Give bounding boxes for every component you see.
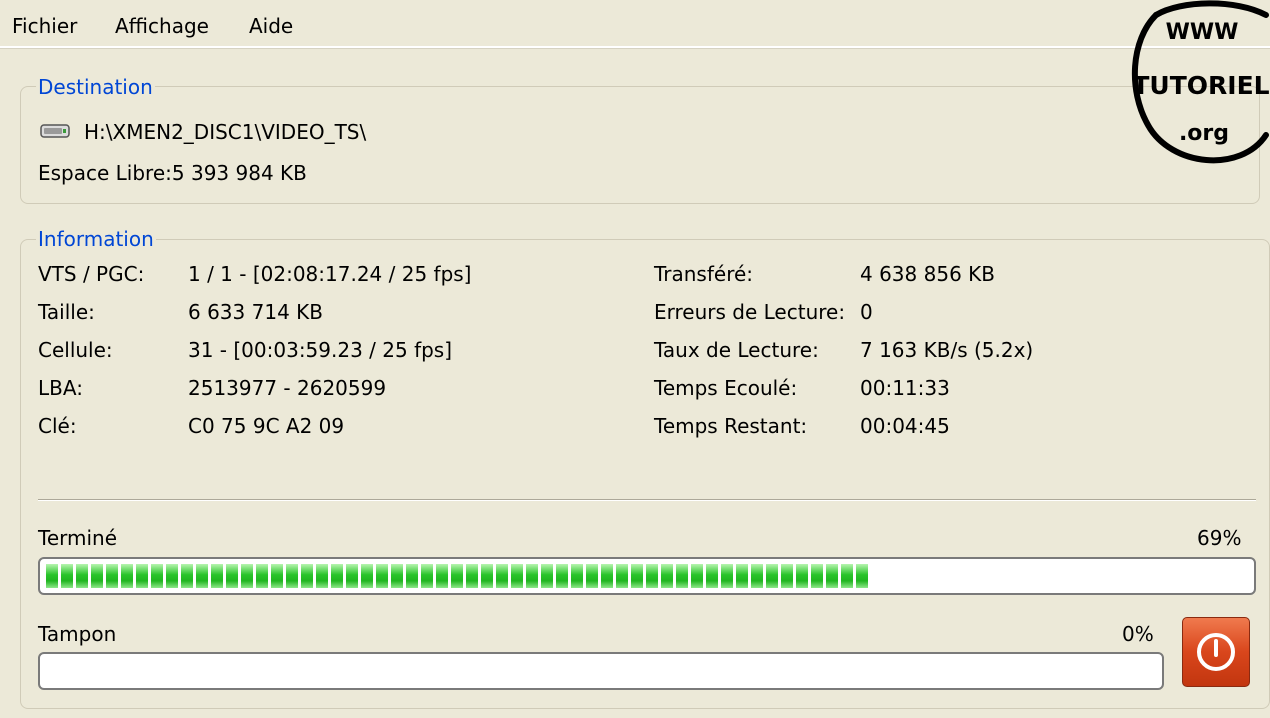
done-progress-bar xyxy=(38,557,1256,595)
progress-segment xyxy=(196,564,208,588)
progress-segment xyxy=(751,564,763,588)
buffer-label: Tampon xyxy=(38,622,117,646)
buffer-progress-bar xyxy=(38,652,1164,690)
power-icon xyxy=(1197,633,1235,671)
progress-segment xyxy=(796,564,808,588)
progress-segment xyxy=(781,564,793,588)
remaining-label: Temps Restant: xyxy=(654,414,808,438)
progress-segment xyxy=(586,564,598,588)
progress-segment xyxy=(721,564,733,588)
progress-segment xyxy=(661,564,673,588)
read-rate-value: 7 163 KB/s (5.2x) xyxy=(860,338,1034,362)
progress-segment xyxy=(496,564,508,588)
progress-segment xyxy=(61,564,73,588)
transferred-value: 4 638 856 KB xyxy=(860,262,995,286)
key-label: Clé: xyxy=(38,414,77,438)
cell-label: Cellule: xyxy=(38,338,113,362)
progress-segment xyxy=(451,564,463,588)
progress-segment xyxy=(511,564,523,588)
done-label: Terminé xyxy=(38,526,118,550)
elapsed-label: Temps Ecoulé: xyxy=(654,376,798,400)
progress-segment xyxy=(106,564,118,588)
progress-segment xyxy=(211,564,223,588)
progress-segment xyxy=(526,564,538,588)
lba-label: LBA: xyxy=(38,376,83,400)
read-rate-label: Taux de Lecture: xyxy=(654,338,819,362)
progress-segment xyxy=(466,564,478,588)
done-progress-fill xyxy=(46,564,875,588)
progress-segment xyxy=(691,564,703,588)
progress-segment xyxy=(391,564,403,588)
vts-pgc-label: VTS / PGC: xyxy=(38,262,145,286)
watermark-line2: TUTORIEL xyxy=(1132,71,1269,100)
progress-segment xyxy=(376,564,388,588)
progress-segment xyxy=(301,564,313,588)
progress-segment xyxy=(256,564,268,588)
menu-aide[interactable]: Aide xyxy=(249,14,293,38)
progress-segment xyxy=(241,564,253,588)
progress-segment xyxy=(571,564,583,588)
progress-segment xyxy=(121,564,133,588)
read-errors-value: 0 xyxy=(860,300,873,324)
progress-segment xyxy=(676,564,688,588)
progress-segment xyxy=(181,564,193,588)
cell-value: 31 - [00:03:59.23 / 25 fps] xyxy=(188,338,453,362)
menu-bar: Fichier Affichage Aide xyxy=(0,0,1270,48)
progress-segment xyxy=(286,564,298,588)
read-errors-label: Erreurs de Lecture: xyxy=(654,300,846,324)
buffer-percent: 0% xyxy=(1122,622,1154,646)
remaining-value: 00:04:45 xyxy=(860,414,950,438)
progress-segment xyxy=(706,564,718,588)
progress-segment xyxy=(346,564,358,588)
size-value: 6 633 714 KB xyxy=(188,300,323,324)
information-legend: Information xyxy=(36,227,156,251)
progress-segment xyxy=(406,564,418,588)
progress-segment xyxy=(361,564,373,588)
progress-segment xyxy=(541,564,553,588)
destination-legend: Destination xyxy=(36,75,155,99)
progress-segment xyxy=(151,564,163,588)
progress-segment xyxy=(631,564,643,588)
progress-segment xyxy=(481,564,493,588)
progress-segment xyxy=(331,564,343,588)
progress-segment xyxy=(316,564,328,588)
drive-icon xyxy=(40,124,70,138)
progress-segment xyxy=(91,564,103,588)
done-percent: 69% xyxy=(1197,526,1242,550)
menu-affichage[interactable]: Affichage xyxy=(115,14,209,38)
key-value: C0 75 9C A2 09 xyxy=(188,414,345,438)
vts-pgc-value: 1 / 1 - [02:08:17.24 / 25 fps] xyxy=(188,262,472,286)
watermark-logo: WWW TUTORIEL .org xyxy=(1131,0,1270,164)
progress-segment xyxy=(856,564,868,588)
destination-group xyxy=(20,86,1260,204)
progress-segment xyxy=(436,564,448,588)
transferred-label: Transféré: xyxy=(654,262,754,286)
progress-segment xyxy=(421,564,433,588)
progress-segment xyxy=(136,564,148,588)
progress-segment xyxy=(841,564,853,588)
progress-segment xyxy=(646,564,658,588)
progress-segment xyxy=(556,564,568,588)
size-label: Taille: xyxy=(38,300,95,324)
progress-segment xyxy=(826,564,838,588)
separator xyxy=(38,499,1256,501)
progress-segment xyxy=(76,564,88,588)
lba-value: 2513977 - 2620599 xyxy=(188,376,387,400)
progress-segment xyxy=(46,564,58,588)
destination-path: H:\XMEN2_DISC1\VIDEO_TS\ xyxy=(84,120,367,144)
progress-segment xyxy=(226,564,238,588)
progress-segment xyxy=(736,564,748,588)
menu-fichier[interactable]: Fichier xyxy=(12,14,77,38)
watermark-line1: WWW xyxy=(1166,20,1239,45)
progress-segment xyxy=(616,564,628,588)
progress-segment xyxy=(766,564,778,588)
elapsed-value: 00:11:33 xyxy=(860,376,950,400)
progress-segment xyxy=(601,564,613,588)
free-space: Espace Libre:5 393 984 KB xyxy=(38,161,307,185)
stop-button[interactable] xyxy=(1182,617,1250,687)
progress-segment xyxy=(811,564,823,588)
progress-segment xyxy=(271,564,283,588)
progress-segment xyxy=(166,564,178,588)
watermark-line3: .org xyxy=(1179,121,1229,146)
